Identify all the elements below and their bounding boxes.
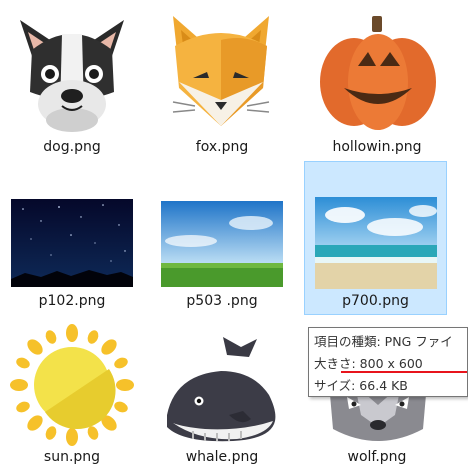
file-item-hollowin[interactable]: hollowin.png [304, 2, 450, 162]
file-name-p700: p700.png [342, 293, 409, 309]
file-name-sun: sun.png [43, 449, 101, 465]
beach-image [315, 197, 437, 289]
dog-icon [10, 10, 134, 132]
field-sky-image [161, 201, 283, 287]
file-name-hollowin: hollowin.png [332, 139, 422, 155]
tooltip-file-size: サイズ: 66.4 KB [314, 378, 408, 393]
fox-icon [165, 10, 277, 132]
file-info-tooltip: 項目の種類: PNG ファイ 大きさ: 800 x 600 サイズ: 66.4 … [308, 327, 468, 397]
file-name-wolf: wolf.png [347, 449, 407, 465]
sun-icon [9, 323, 135, 447]
file-item-p102[interactable]: p102.png [2, 188, 142, 314]
whale-icon [159, 331, 287, 447]
file-name-dog: dog.png [43, 139, 101, 155]
file-item-p503[interactable]: p503 .png [152, 188, 292, 314]
file-name-p102: p102.png [38, 293, 106, 309]
file-name-whale: whale.png [185, 449, 259, 465]
file-item-fox[interactable]: fox.png [152, 2, 292, 162]
tooltip-item-type: 項目の種類: PNG ファイ [314, 334, 453, 349]
file-item-p700[interactable]: p700.png [304, 161, 447, 315]
file-name-fox: fox.png [195, 139, 249, 155]
tooltip-dimensions: 大きさ: 800 x 600 [314, 356, 423, 371]
file-item-whale[interactable]: whale.png [152, 320, 292, 470]
annotation-underline [341, 371, 467, 373]
night-sky-image [11, 199, 133, 287]
file-name-p503: p503 .png [186, 293, 258, 309]
pumpkin-icon [314, 10, 442, 132]
file-item-sun[interactable]: sun.png [2, 320, 142, 470]
file-item-dog[interactable]: dog.png [2, 2, 142, 162]
